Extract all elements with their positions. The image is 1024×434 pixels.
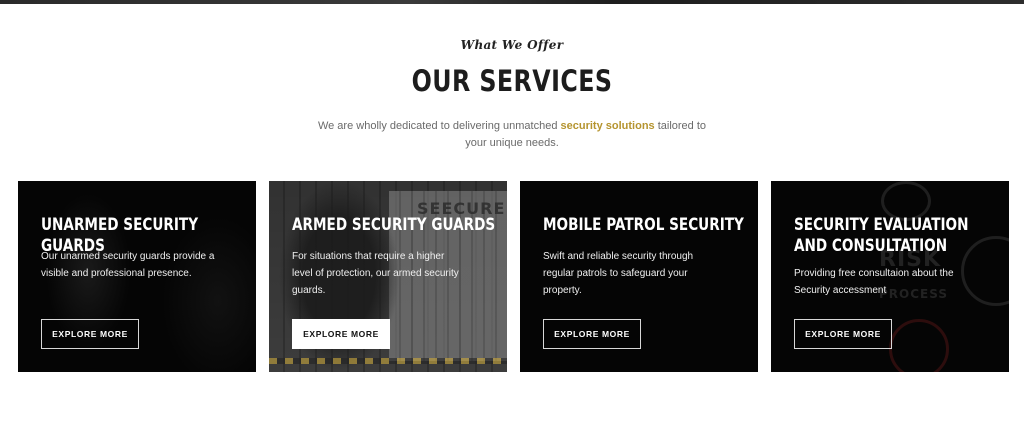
- hazard-stripe: [269, 358, 507, 364]
- subtitle-text-start: We are wholly dedicated to delivering un…: [317, 120, 561, 132]
- service-card-armed: SEECURE ARMED SECURITY GUARDS For situat…: [269, 181, 507, 372]
- service-card-unarmed: UNARMED SECURITY GUARDS Our unarmed secu…: [18, 181, 256, 372]
- decor-ring: [889, 319, 949, 372]
- explore-more-button[interactable]: EXPLORE MORE: [41, 319, 139, 349]
- top-image-strip: [0, 0, 1024, 4]
- explore-more-button[interactable]: EXPLORE MORE: [292, 319, 390, 349]
- explore-more-button[interactable]: EXPLORE MORE: [543, 319, 641, 349]
- section-title: OUR SERVICES: [411, 64, 613, 98]
- service-card-evaluation: RISK PROCESS SECURITY EVALUATION AND CON…: [771, 181, 1009, 372]
- card-title: MOBILE PATROL SECURITY: [543, 215, 744, 235]
- card-title: SECURITY EVALUATION AND CONSULTATION: [794, 215, 969, 256]
- card-description: Our unarmed security guards provide a vi…: [41, 251, 215, 279]
- explore-more-button[interactable]: EXPLORE MORE: [794, 319, 892, 349]
- card-description: For situations that require a higher lev…: [292, 251, 459, 296]
- section-subtitle: We are wholly dedicated to delivering un…: [312, 118, 712, 152]
- card-description: Swift and reliable security through regu…: [543, 251, 694, 296]
- section-eyebrow: What We Offer: [460, 38, 564, 52]
- service-card-mobile-patrol: MOBILE PATROL SECURITY Swift and reliabl…: [520, 181, 758, 372]
- card-title: ARMED SECURITY GUARDS: [292, 215, 496, 235]
- card-description: Providing free consultaion about the Sec…: [794, 268, 954, 296]
- subtitle-highlight: security solutions: [560, 120, 655, 132]
